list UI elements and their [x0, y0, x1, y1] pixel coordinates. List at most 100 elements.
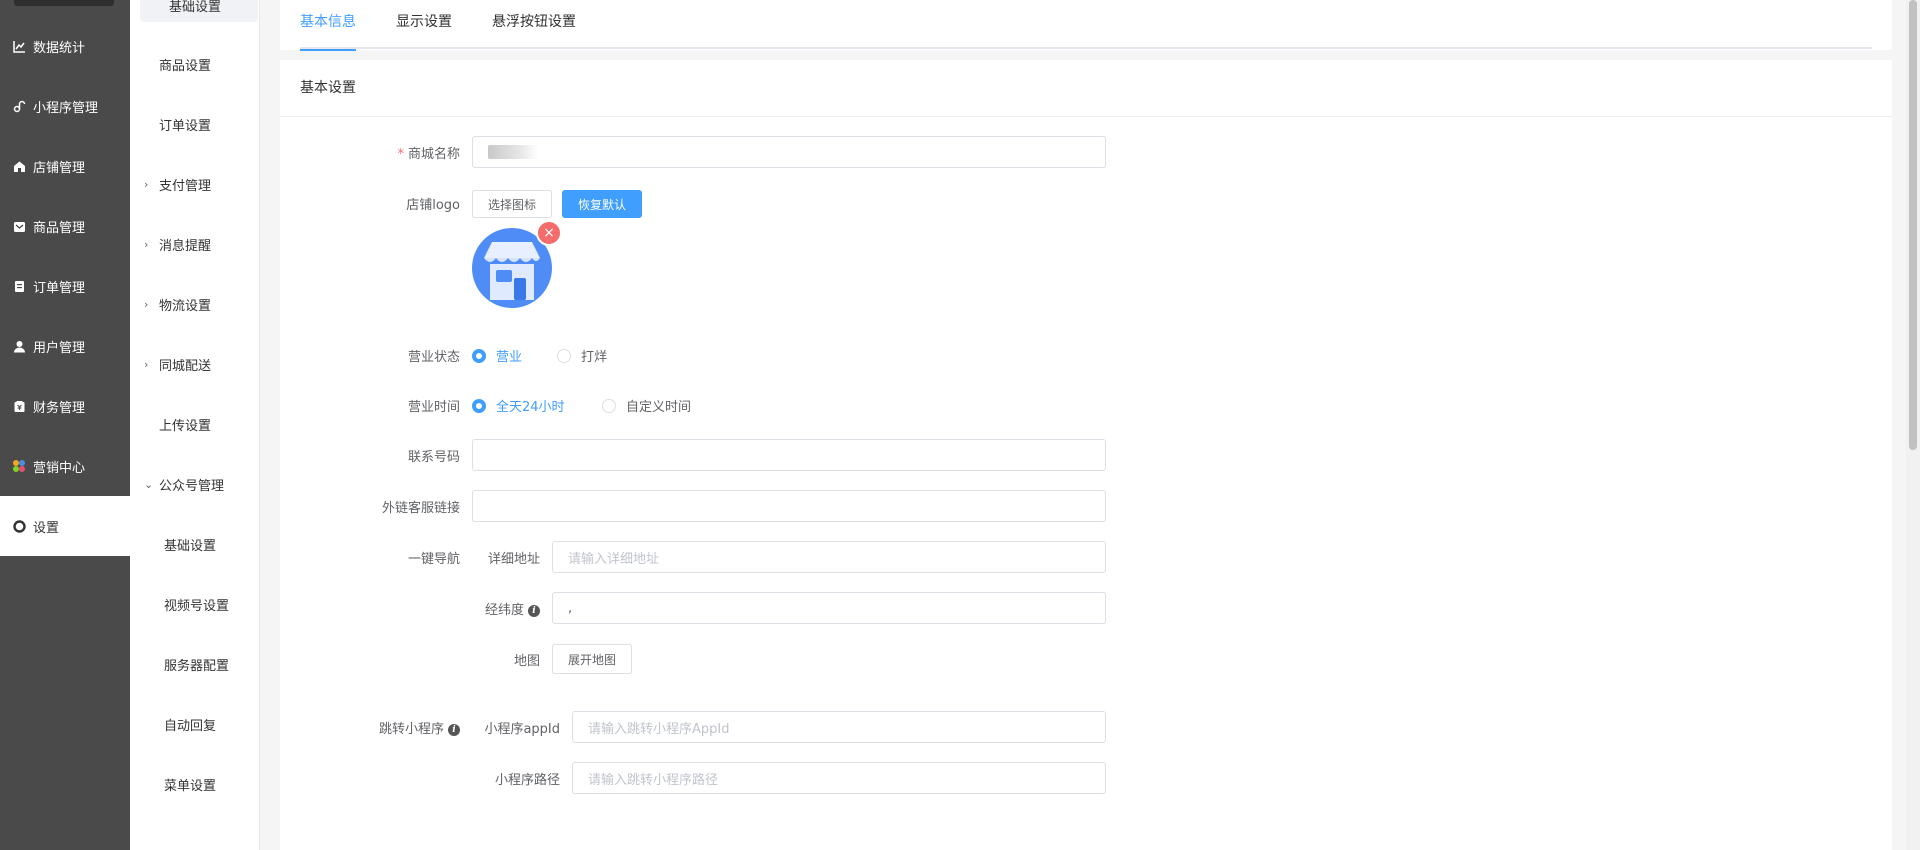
appid-label: 小程序appId [484, 722, 560, 737]
info-icon[interactable]: i [528, 604, 540, 617]
info-icon[interactable]: i [448, 723, 460, 736]
main-content: 基本信息 显示设置 悬浮按钮设置 基本设置 * 商城名称 店铺logo 选择图标 … [260, 0, 1920, 850]
chevron-down-icon: ⌄ [144, 477, 154, 491]
label-text: 跳转小程序 [378, 722, 444, 737]
subnav-item-product-settings[interactable]: 商品设置 [130, 34, 260, 94]
subnav-item-label: 服务器配置 [164, 658, 230, 674]
logo-label: 店铺logo [406, 198, 460, 213]
map-label: 地图 [513, 654, 540, 669]
subnav-item-oa-basic[interactable]: 基础设置 [130, 514, 260, 574]
address-input[interactable]: 请输入详细地址 [552, 541, 1106, 573]
subnav-item-label: 上传设置 [159, 418, 212, 434]
path-placeholder: 请输入跳转小程序路径 [588, 772, 719, 788]
hours-all-day-radio[interactable]: 全天24小时 [472, 396, 565, 415]
appid-placeholder: 请输入跳转小程序AppId [588, 721, 730, 737]
subnav-item-logistics[interactable]: › 物流设置 [130, 274, 260, 334]
subnav-item-payment[interactable]: › 支付管理 [130, 154, 260, 214]
sidebar-top-handle [14, 0, 114, 6]
tab-floating-button[interactable]: 悬浮按钮设置 [492, 0, 576, 49]
subnav-item-menu-settings[interactable]: 菜单设置 [130, 754, 260, 814]
label-text: 经纬度 [484, 603, 524, 618]
sidebar-item-finance[interactable]: 财务管理 [0, 376, 130, 436]
sidebar-item-label: 数据统计 [33, 40, 86, 56]
subnav-item-upload-settings[interactable]: 上传设置 [130, 394, 260, 454]
nav-label: 一键导航 [407, 552, 460, 567]
user-icon [12, 339, 26, 353]
subnav-item-server-config[interactable]: 服务器配置 [130, 634, 260, 694]
radio-label: 全天24小时 [496, 400, 565, 415]
restore-default-button[interactable]: 恢复默认 [562, 190, 642, 218]
chevron-right-icon: › [144, 237, 149, 251]
sidebar-item-store[interactable]: 店铺管理 [0, 136, 130, 196]
sidebar-item-marketing[interactable]: 营销中心 [0, 436, 130, 496]
subnav-item-label: 商品设置 [159, 58, 212, 74]
expand-map-button[interactable]: 展开地图 [552, 644, 632, 674]
chevron-right-icon: › [144, 177, 149, 191]
chevron-right-icon: › [144, 357, 149, 371]
subnav-item-label: 菜单设置 [164, 778, 217, 794]
finance-icon [12, 399, 26, 413]
remove-logo-close-icon[interactable]: × [536, 220, 562, 246]
subnav-item-official-account[interactable]: ⌄ 公众号管理 [130, 454, 260, 514]
link-icon [12, 99, 26, 113]
page-scrollbar[interactable] [1906, 0, 1920, 850]
subnav-item-basic-settings-selected[interactable]: 基础设置 [140, 0, 258, 22]
sidebar-item-label: 小程序管理 [33, 100, 99, 116]
sidebar-item-label: 店铺管理 [33, 160, 86, 176]
latlng-label: 经纬度 i [450, 599, 540, 618]
product-icon [12, 219, 26, 233]
marketing-icon [12, 459, 26, 473]
subnav-item-label: 基础设置 [169, 0, 222, 15]
scrollbar-thumb[interactable] [1909, 0, 1917, 450]
status-closed-radio[interactable]: 打烊 [557, 346, 607, 365]
hours-label: 营业时间 [407, 400, 460, 415]
subnav-item-label: 视频号设置 [164, 598, 230, 614]
required-mark: * [397, 147, 404, 162]
subnav-item-video-channel[interactable]: 视频号设置 [130, 574, 260, 634]
subnav-item-order-settings[interactable]: 订单设置 [130, 94, 260, 154]
cs-link-label: 外链客服链接 [381, 501, 460, 516]
sidebar-item-orders[interactable]: 订单管理 [0, 256, 130, 316]
address-label: 详细地址 [487, 552, 540, 567]
phone-input[interactable] [472, 439, 1106, 471]
sidebar-item-label: 财务管理 [33, 400, 86, 416]
subnav-item-label: 公众号管理 [159, 478, 225, 494]
subnav-item-label: 基础设置 [164, 538, 217, 554]
sidebar-item-data-stats[interactable]: 数据统计 [0, 16, 130, 76]
tab-display-settings[interactable]: 显示设置 [396, 0, 452, 49]
sidebar-item-miniprogram[interactable]: 小程序管理 [0, 76, 130, 136]
radio-dot [557, 348, 571, 363]
appid-input[interactable]: 请输入跳转小程序AppId [572, 711, 1106, 743]
sidebar-item-label: 营销中心 [33, 460, 86, 476]
path-input[interactable]: 请输入跳转小程序路径 [572, 762, 1106, 794]
sidebar-item-label: 设置 [33, 520, 60, 536]
subnav-item-notifications[interactable]: › 消息提醒 [130, 214, 260, 274]
sidebar-item-users[interactable]: 用户管理 [0, 316, 130, 376]
sidebar-item-label: 用户管理 [33, 340, 86, 356]
subnav-item-label: 物流设置 [159, 298, 212, 314]
sidebar-item-products[interactable]: 商品管理 [0, 196, 130, 256]
sidebar-item-label: 商品管理 [33, 220, 86, 236]
subnav-item-auto-reply[interactable]: 自动回复 [130, 694, 260, 754]
chart-line-icon [12, 39, 26, 53]
subnav-item-local-delivery[interactable]: › 同城配送 [130, 334, 260, 394]
latlng-input[interactable]: , [552, 592, 1106, 624]
card-title: 基本设置 [280, 60, 1892, 117]
subnav-item-label: 支付管理 [159, 178, 212, 194]
sidebar-item-settings[interactable]: 设置 [0, 496, 130, 556]
store-icon [12, 159, 26, 173]
tabs-card: 基本信息 显示设置 悬浮按钮设置 [280, 0, 1892, 51]
shop-name-input[interactable] [472, 136, 1106, 168]
gear-icon [12, 519, 26, 533]
label-text: 商城名称 [407, 147, 460, 162]
subnav-item-label: 订单设置 [159, 118, 212, 134]
address-placeholder: 请输入详细地址 [568, 551, 660, 567]
hours-custom-radio[interactable]: 自定义时间 [602, 396, 691, 415]
path-label: 小程序路径 [494, 773, 560, 788]
radio-dot [472, 398, 486, 413]
choose-icon-button[interactable]: 选择图标 [472, 190, 552, 218]
tab-bar: 基本信息 显示设置 悬浮按钮设置 [300, 0, 1872, 51]
tab-basic-info[interactable]: 基本信息 [300, 0, 356, 51]
cs-link-input[interactable] [472, 490, 1106, 522]
status-open-radio[interactable]: 营业 [472, 346, 522, 365]
